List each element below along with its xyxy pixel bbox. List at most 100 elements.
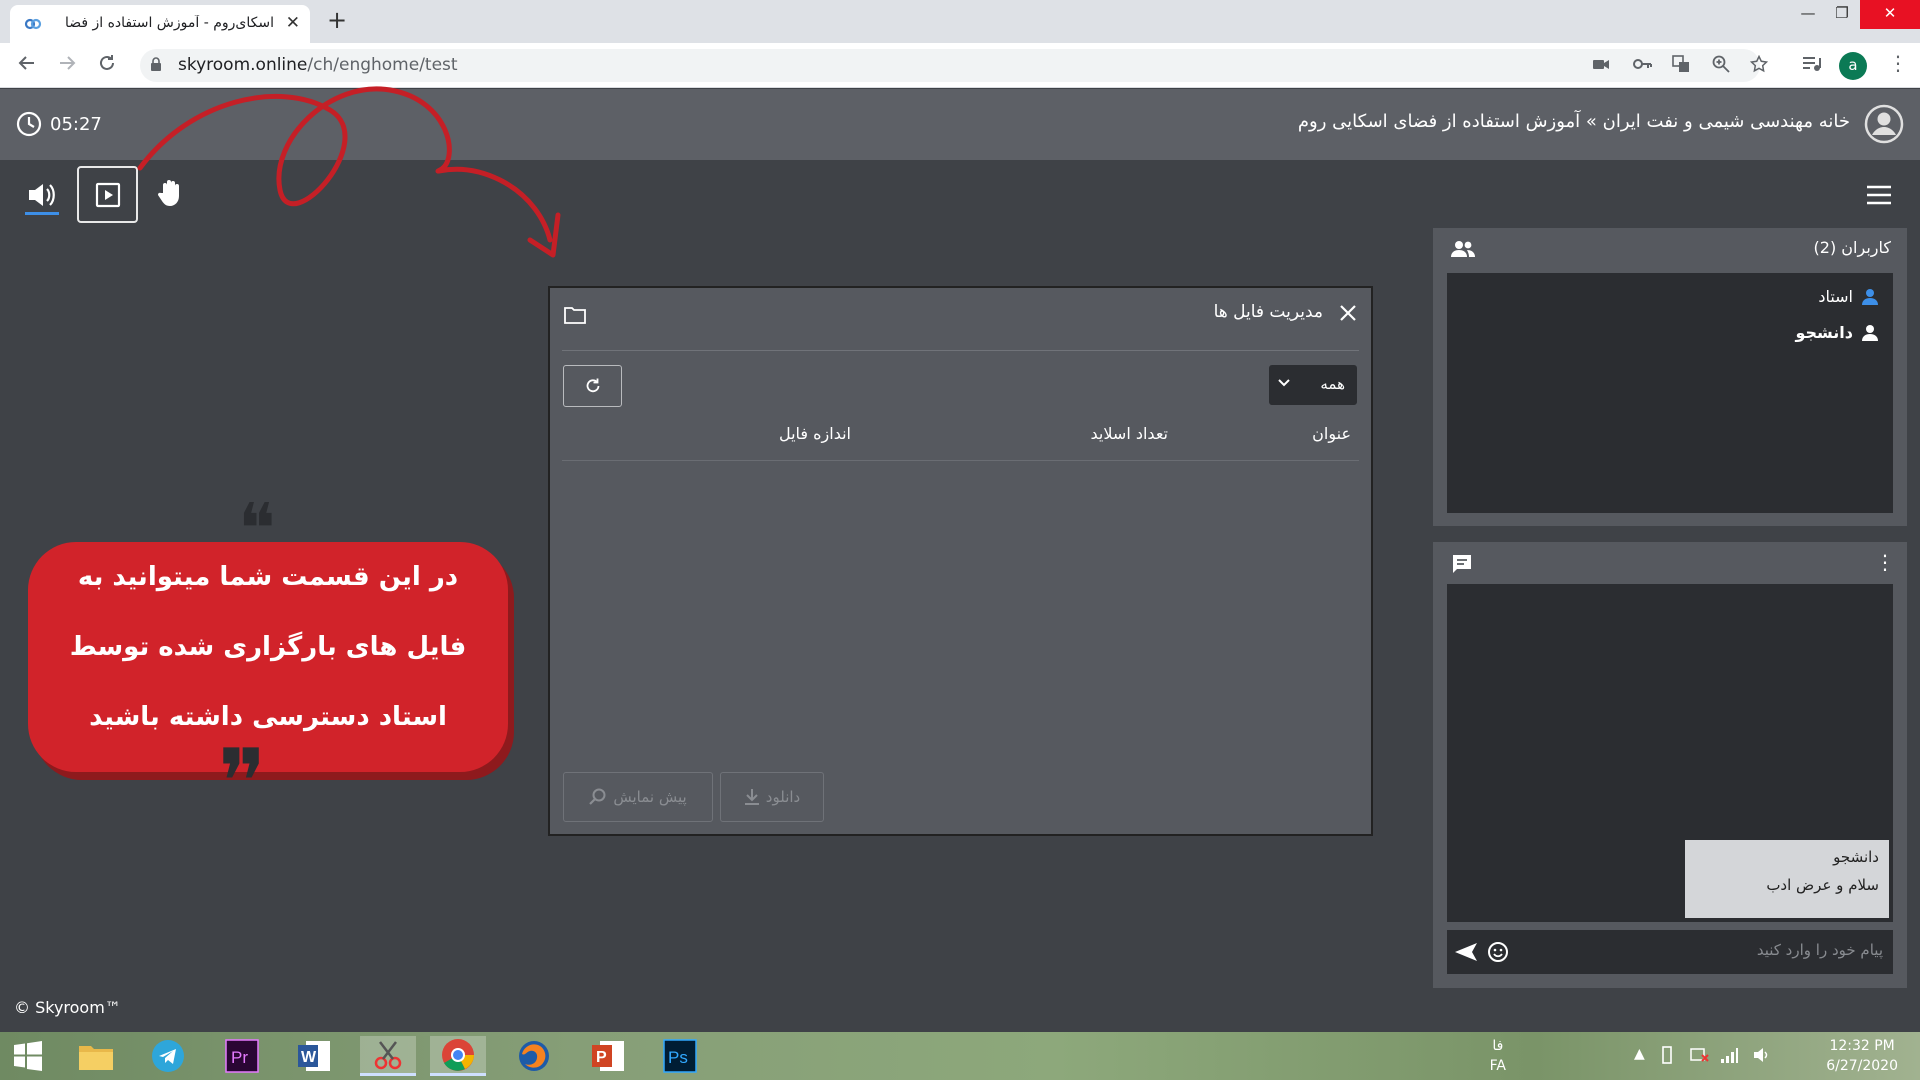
- quote-open-icon: ❝: [238, 488, 276, 570]
- tray-expand-icon[interactable]: ▲: [1634, 1046, 1645, 1062]
- lock-icon: [150, 57, 162, 72]
- copyright: © Skyroom™: [14, 998, 121, 1017]
- presentation-button[interactable]: [77, 166, 138, 223]
- taskbar-word[interactable]: W: [290, 1036, 338, 1076]
- zoom-icon[interactable]: [1712, 55, 1730, 78]
- translate-icon[interactable]: [1672, 55, 1690, 78]
- table-header-divider: [562, 460, 1359, 461]
- speaker-active-indicator: [25, 212, 59, 215]
- taskbar-clock[interactable]: 12:32 PM 6/27/2020: [1826, 1036, 1898, 1076]
- browser-tabstrip: اسکای‌روم - آموزش استفاده از فضا ✕ + — ❐…: [0, 0, 1920, 43]
- download-button[interactable]: دانلود: [720, 772, 824, 822]
- wifi-signal-icon[interactable]: [1720, 1046, 1738, 1068]
- profile-avatar[interactable]: a: [1839, 52, 1867, 80]
- windows-logo-icon: [14, 1041, 42, 1071]
- clock-icon: [16, 111, 42, 137]
- tray-device-icon[interactable]: [1658, 1046, 1676, 1068]
- user-item-student[interactable]: دانشجو: [1795, 323, 1879, 342]
- input-language[interactable]: فا FA: [1490, 1036, 1506, 1076]
- speaker-icon[interactable]: [26, 180, 60, 214]
- close-window-button[interactable]: ✕: [1860, 0, 1920, 29]
- taskbar-telegram[interactable]: [144, 1036, 192, 1076]
- taskbar-snipping-tool[interactable]: [360, 1036, 416, 1076]
- annotation-line: فایل های بارگزاری شده توسط: [69, 632, 467, 662]
- chat-messages: دانشجو سلام و عرض ادب: [1447, 584, 1893, 922]
- dialog-title: مدیریت فایل ها: [1213, 302, 1323, 322]
- svg-text:Ps: Ps: [668, 1048, 688, 1067]
- windows-taskbar: Pr W P Ps ▲ فا FA 12:32 PM 6/27/2020: [0, 1032, 1920, 1080]
- users-panel-title: کاربران (2): [1813, 238, 1891, 257]
- user-name: دانشجو: [1795, 323, 1853, 342]
- chrome-menu-icon[interactable]: ⋮: [1888, 51, 1908, 75]
- quote-close-icon: ❞: [218, 730, 267, 835]
- column-file-size[interactable]: اندازه فایل: [779, 424, 851, 443]
- telegram-icon: [152, 1040, 184, 1072]
- screen: اسکای‌روم - آموزش استفاده از فضا ✕ + — ❐…: [0, 0, 1920, 1080]
- svg-text:Pr: Pr: [231, 1048, 248, 1067]
- download-label: دانلود: [765, 788, 801, 806]
- chat-input-placeholder[interactable]: پیام خود را وارد کنید: [1757, 941, 1883, 959]
- powerpoint-icon: P: [592, 1041, 624, 1071]
- play-presentation-icon: [95, 182, 121, 208]
- download-icon: [744, 789, 759, 805]
- folder-app-icon: [79, 1046, 113, 1070]
- volume-icon[interactable]: [1752, 1046, 1770, 1068]
- chat-panel: ⋮ دانشجو سلام و عرض ادب پیام خود را وارد…: [1433, 542, 1907, 988]
- users-list: استاد دانشجو: [1447, 273, 1893, 513]
- taskbar-photoshop[interactable]: Ps: [656, 1036, 704, 1076]
- column-slide-count[interactable]: تعداد اسلاید: [1091, 424, 1168, 443]
- account-icon[interactable]: [1864, 104, 1904, 144]
- users-panel: کاربران (2) استاد دانشجو: [1433, 228, 1907, 526]
- word-icon: W: [298, 1041, 330, 1071]
- maximize-button[interactable]: ❐: [1822, 0, 1862, 29]
- breadcrumb: خانه مهندسی شیمی و نفت ایران » آموزش است…: [1297, 111, 1850, 132]
- student-user-icon: [1862, 324, 1878, 341]
- annotation-line: استاد دسترسی داشته باشید: [89, 702, 447, 732]
- chrome-icon: [442, 1038, 474, 1071]
- taskbar-powerpoint[interactable]: P: [584, 1036, 632, 1076]
- back-icon[interactable]: [16, 52, 38, 79]
- bookmark-star-icon[interactable]: [1749, 54, 1769, 78]
- taskbar-premiere[interactable]: Pr: [218, 1036, 266, 1076]
- annotation-arrow: [137, 86, 561, 258]
- close-icon[interactable]: [1339, 304, 1357, 322]
- tab-close-icon[interactable]: ✕: [286, 14, 300, 32]
- photoshop-icon: Ps: [663, 1039, 697, 1073]
- preview-button[interactable]: پیش نمایش: [563, 772, 713, 822]
- forward-icon[interactable]: [56, 52, 78, 79]
- network-error-icon[interactable]: [1690, 1046, 1710, 1068]
- skyroom-favicon-icon: [24, 16, 42, 32]
- user-item-teacher[interactable]: استاد: [1818, 287, 1879, 306]
- premiere-icon: Pr: [225, 1039, 259, 1073]
- chat-more-icon[interactable]: ⋮: [1875, 550, 1895, 574]
- users-group-icon: [1451, 240, 1475, 258]
- file-filter-select[interactable]: همه: [1269, 365, 1357, 405]
- key-icon[interactable]: [1632, 55, 1652, 78]
- svg-text:W: W: [301, 1049, 317, 1066]
- address-bar[interactable]: skyroom.online/ch/enghome/test: [140, 49, 1769, 82]
- start-button[interactable]: [4, 1036, 52, 1076]
- folder-icon: [564, 306, 586, 324]
- refresh-button[interactable]: [563, 365, 622, 407]
- tab-title: اسکای‌روم - آموزش استفاده از فضا: [64, 15, 274, 31]
- menu-icon[interactable]: [1865, 184, 1893, 206]
- camera-blocked-icon[interactable]: [1592, 55, 1610, 78]
- search-icon: [589, 788, 606, 805]
- file-manager-dialog: مدیریت فایل ها همه عنوان تعداد اسلاید ان…: [548, 286, 1373, 836]
- chat-input-bar[interactable]: پیام خود را وارد کنید: [1447, 930, 1893, 974]
- emoji-icon[interactable]: [1487, 941, 1509, 963]
- new-tab-button[interactable]: +: [327, 6, 347, 34]
- taskbar-chrome[interactable]: [430, 1036, 486, 1076]
- taskbar-file-explorer[interactable]: [72, 1036, 120, 1076]
- refresh-icon: [586, 378, 600, 393]
- reload-icon[interactable]: [96, 52, 118, 79]
- media-control-icon[interactable]: [1802, 55, 1822, 78]
- teacher-user-icon: [1862, 288, 1878, 305]
- taskbar-firefox[interactable]: [510, 1036, 558, 1076]
- url-text: skyroom.online/ch/enghome/test: [178, 55, 458, 75]
- column-title[interactable]: عنوان: [1312, 424, 1351, 443]
- dialog-divider: [562, 350, 1359, 351]
- send-icon[interactable]: [1454, 941, 1478, 963]
- browser-tab[interactable]: اسکای‌روم - آموزش استفاده از فضا ✕: [10, 5, 310, 43]
- chat-icon: [1451, 553, 1473, 575]
